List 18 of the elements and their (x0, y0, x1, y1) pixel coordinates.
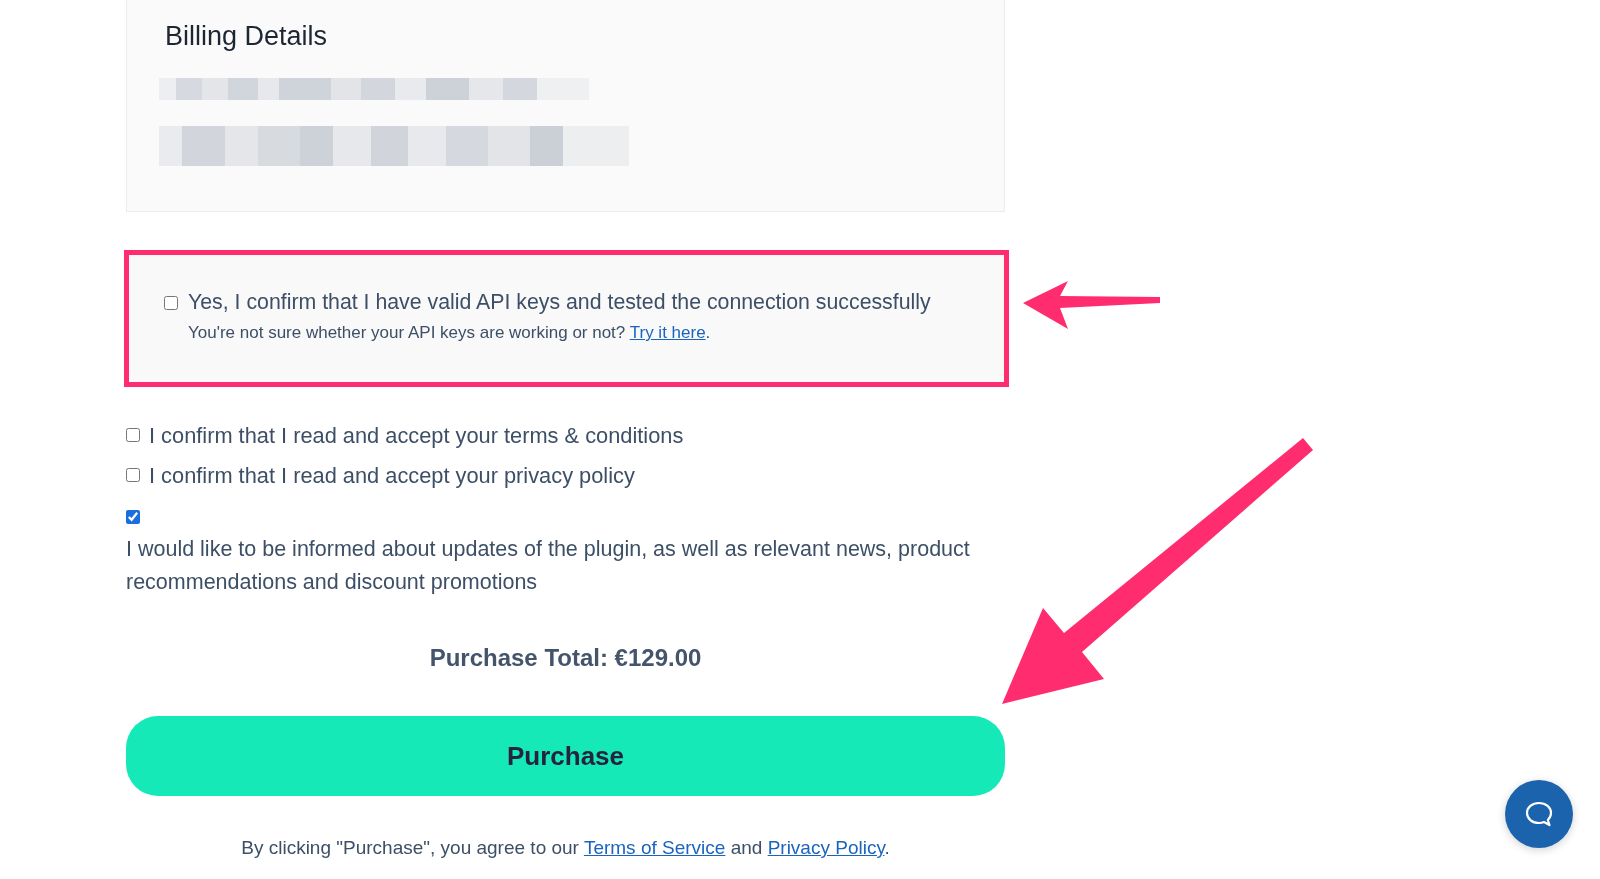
checkbox-label: Yes, I confirm that I have valid API keys and tested the connection successfully (188, 289, 931, 316)
terms-of-service-link[interactable]: Terms of Service (583, 837, 726, 858)
hint-text: You're not sure whether your API keys are working or not? Try it here. (188, 322, 712, 344)
try-it-link[interactable]: Try it here (629, 323, 706, 342)
chat-button[interactable] (1505, 780, 1573, 848)
checkbox[interactable] (126, 428, 140, 442)
checkbox-label: I would like to be informed about updates of the plugin, as well as relevant news, product recommendations and discount promotions (126, 536, 971, 596)
checkbox[interactable] (164, 295, 178, 310)
speech-bubble-icon (1525, 801, 1553, 827)
purchase-button[interactable]: Purchase (126, 716, 1005, 796)
checkbox-label: I confirm that I read and accept your privacy policy (149, 461, 635, 490)
privacy-policy-link[interactable]: Privacy Policy (767, 837, 885, 858)
card-title: Billing Details (165, 20, 328, 53)
checkbox[interactable] (126, 510, 140, 524)
legal-notice: By clicking "Purchase", you agree to our Terms of Service and Privacy Policy. (240, 836, 891, 860)
checkbox[interactable] (126, 468, 140, 482)
checkbox-label: I confirm that I read and accept your terms & conditions (149, 421, 684, 450)
purchase-total: Purchase Total: €129.00 (428, 643, 703, 673)
